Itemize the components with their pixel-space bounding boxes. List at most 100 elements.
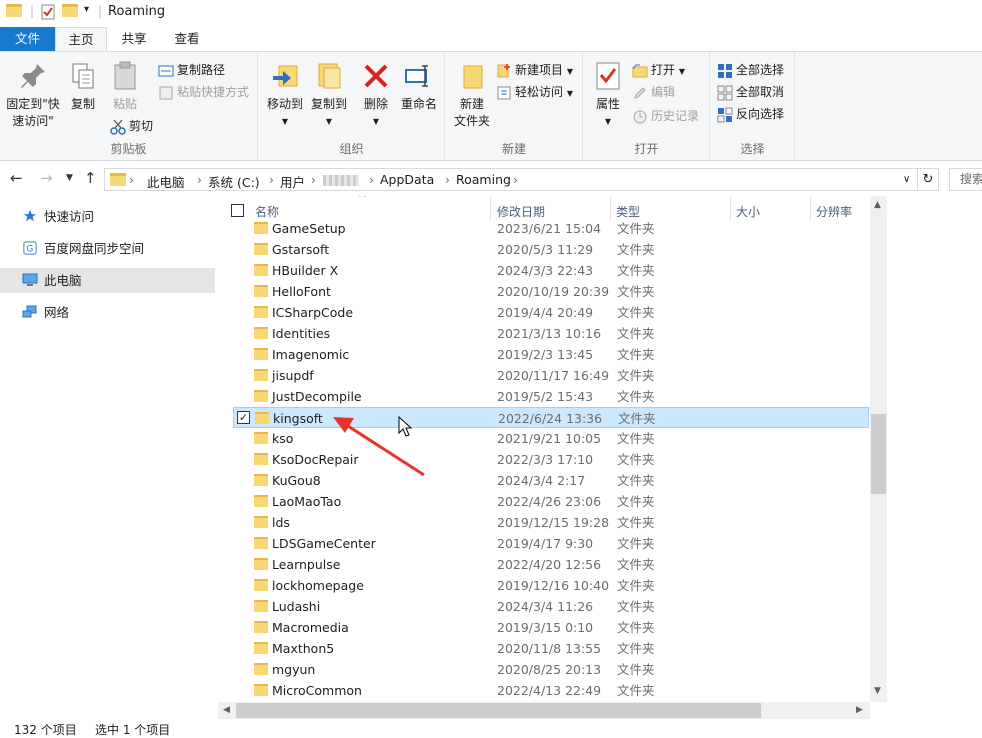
crumb-this-pc[interactable]: 此电脑 — [147, 172, 185, 191]
tab-view[interactable]: 查看 — [162, 27, 212, 51]
chevron-down-icon: ▼ — [372, 117, 380, 126]
new-folder-label-2: 文件夹 — [453, 114, 490, 128]
file-row[interactable]: JustDecompile 2019/5/2 15:43 文件夹 — [233, 386, 869, 407]
file-row[interactable]: MicroCommon 2022/4/13 22:49 文件夹 — [233, 680, 869, 701]
up-arrow-icon[interactable]: ↑ — [84, 169, 97, 187]
open-folder-icon — [632, 64, 648, 77]
file-row[interactable]: lds 2019/12/15 19:28 文件夹 — [233, 512, 869, 533]
scroll-up-icon[interactable]: ▲ — [874, 200, 881, 210]
file-row[interactable]: HBuilder X 2024/3/3 22:43 文件夹 — [233, 260, 869, 281]
file-row[interactable]: KuGou8 2024/3/4 2:17 文件夹 — [233, 470, 869, 491]
address-bar[interactable]: › 此电脑 › 系统 (C:) › 用户 › › AppData › Roami… — [104, 168, 918, 191]
edit-button[interactable]: 编辑 — [632, 82, 675, 102]
chevron-down-icon: ▼ — [604, 117, 612, 126]
file-date: 2019/12/16 10:40 — [497, 578, 610, 593]
file-row[interactable]: Identities 2021/3/13 10:16 文件夹 — [233, 323, 869, 344]
history-button[interactable]: 历史记录 — [632, 106, 699, 126]
file-row[interactable]: lockhomepage 2019/12/16 10:40 文件夹 — [233, 575, 869, 596]
file-row[interactable]: kso 2021/9/21 10:05 文件夹 — [233, 428, 869, 449]
horizontal-scroll-thumb[interactable] — [236, 703, 761, 718]
file-row[interactable]: mgyun 2020/8/25 20:13 文件夹 — [233, 659, 869, 680]
new-item-button[interactable]: 新建项目 ▼ — [496, 60, 573, 80]
vertical-scroll-thumb[interactable] — [871, 414, 886, 494]
cut-button[interactable]: 剪切 — [110, 116, 153, 136]
file-row[interactable]: Gstarsoft 2020/5/3 11:29 文件夹 — [233, 239, 869, 260]
nav-item-this-pc[interactable]: 此电脑 — [0, 268, 215, 293]
select-all-button[interactable]: 全部选择 — [717, 60, 784, 80]
file-row[interactable]: Maxthon5 2020/11/8 13:55 文件夹 — [233, 638, 869, 659]
file-date: 2021/9/21 10:05 — [497, 431, 602, 446]
rename-button[interactable]: 重命名 — [397, 60, 441, 113]
paste-shortcut-button[interactable]: 粘贴快捷方式 — [158, 82, 249, 102]
file-row[interactable]: jisupdf 2020/11/17 16:49 文件夹 — [233, 365, 869, 386]
copy-path-icon — [158, 65, 174, 76]
file-row[interactable]: ICSharpCode 2019/4/4 20:49 文件夹 — [233, 302, 869, 323]
properties-qa-icon[interactable] — [40, 4, 56, 20]
search-input[interactable]: 搜索 — [949, 168, 982, 191]
folder-icon — [254, 579, 268, 591]
back-arrow-icon[interactable]: ← — [10, 169, 23, 187]
clipboard-icon — [114, 61, 136, 90]
copy-button[interactable]: 复制 — [64, 60, 102, 113]
vertical-scrollbar[interactable]: ▲ ▼ — [870, 196, 887, 702]
file-row[interactable]: LaoMaoTao 2022/4/26 23:06 文件夹 — [233, 491, 869, 512]
file-row[interactable]: HelloFont 2020/10/19 20:39 文件夹 — [233, 281, 869, 302]
crumb-drive-c[interactable]: 系统 (C:) — [208, 172, 260, 191]
file-row[interactable]: ✓ kingsoft 2022/6/24 13:36 文件夹 — [233, 407, 869, 428]
file-name: HBuilder X — [272, 263, 339, 278]
nav-item-network[interactable]: 网络 — [0, 300, 215, 325]
file-row[interactable]: Macromedia 2019/3/15 0:10 文件夹 — [233, 617, 869, 638]
delete-button[interactable]: 删除 ▼ — [357, 60, 395, 130]
address-dropdown-icon[interactable]: ∨ — [903, 174, 910, 185]
tab-share[interactable]: 共享 — [110, 27, 158, 51]
file-type: 文件夹 — [617, 431, 655, 446]
move-to-button[interactable]: 移动到 ▼ — [263, 60, 307, 130]
pin-label-2: 速访问" — [12, 114, 54, 128]
new-folder-button[interactable]: 新建 文件夹 — [450, 60, 494, 130]
title-bar: | ▾ | Roaming — [0, 0, 982, 26]
new-folder-qa-icon[interactable] — [62, 4, 78, 20]
crumb-appdata[interactable]: AppData — [380, 172, 434, 187]
item-count: 132 个项目 — [14, 723, 77, 737]
new-folder-label-1: 新建 — [459, 97, 484, 111]
file-row[interactable]: GameSetup 2023/6/21 15:04 文件夹 — [233, 218, 869, 239]
scroll-down-icon[interactable]: ▼ — [874, 686, 881, 696]
scroll-right-icon[interactable]: ▶ — [856, 705, 863, 715]
open-button[interactable]: 打开 ▼ — [632, 60, 685, 80]
file-date: 2022/4/26 23:06 — [497, 494, 602, 509]
file-date: 2019/4/17 9:30 — [497, 536, 594, 551]
tab-file[interactable]: 文件 — [0, 27, 55, 51]
refresh-button[interactable]: ↻ — [917, 168, 939, 191]
scroll-left-icon[interactable]: ◀ — [223, 705, 230, 715]
invert-selection-button[interactable]: 反向选择 — [717, 104, 784, 124]
recent-dropdown-icon[interactable]: ▼ — [66, 173, 73, 183]
chevron-down-icon: ▼ — [566, 89, 573, 98]
file-type: 文件夹 — [617, 662, 655, 677]
file-list: ^ 名称 修改日期 类型 大小 分辨率 GameSetup 2023/6/21 1… — [218, 196, 870, 702]
properties-button[interactable]: 属性 ▼ — [588, 60, 628, 130]
file-row[interactable]: KsoDocRepair 2022/3/3 17:10 文件夹 — [233, 449, 869, 470]
nav-item-quick-access[interactable]: 快速访问 — [0, 204, 215, 229]
file-row[interactable]: Ludashi 2024/3/4 11:26 文件夹 — [233, 596, 869, 617]
forward-arrow-icon[interactable]: → — [40, 169, 53, 187]
file-row[interactable]: LDSGameCenter 2019/4/17 9:30 文件夹 — [233, 533, 869, 554]
horizontal-scrollbar[interactable]: ◀ ▶ — [218, 702, 870, 719]
crumb-roaming[interactable]: Roaming — [456, 172, 511, 187]
row-checkbox[interactable]: ✓ — [237, 411, 250, 424]
file-date: 2020/8/25 20:13 — [497, 662, 602, 677]
crumb-users[interactable]: 用户 — [280, 172, 305, 191]
paste-label: 粘贴 — [112, 97, 137, 111]
nav-item-baidu-sync[interactable]: G 百度网盘同步空间 — [0, 236, 215, 261]
pin-quick-access-button[interactable]: 固定到"快 速访问" — [4, 60, 62, 130]
paste-button[interactable]: 粘贴 — [106, 60, 144, 113]
select-all-checkbox[interactable] — [231, 204, 244, 217]
copy-path-button[interactable]: 复制路径 — [158, 60, 225, 80]
copy-to-button[interactable]: 复制到 ▼ — [307, 60, 351, 130]
nav-item-label: 此电脑 — [44, 273, 82, 288]
file-date: 2024/3/3 22:43 — [497, 263, 594, 278]
file-row[interactable]: Learnpulse 2022/4/20 12:56 文件夹 — [233, 554, 869, 575]
tab-home[interactable]: 主页 — [55, 27, 107, 51]
select-none-button[interactable]: 全部取消 — [717, 82, 784, 102]
file-row[interactable]: Imagenomic 2019/2/3 13:45 文件夹 — [233, 344, 869, 365]
easy-access-button[interactable]: 轻松访问 ▼ — [496, 82, 573, 102]
